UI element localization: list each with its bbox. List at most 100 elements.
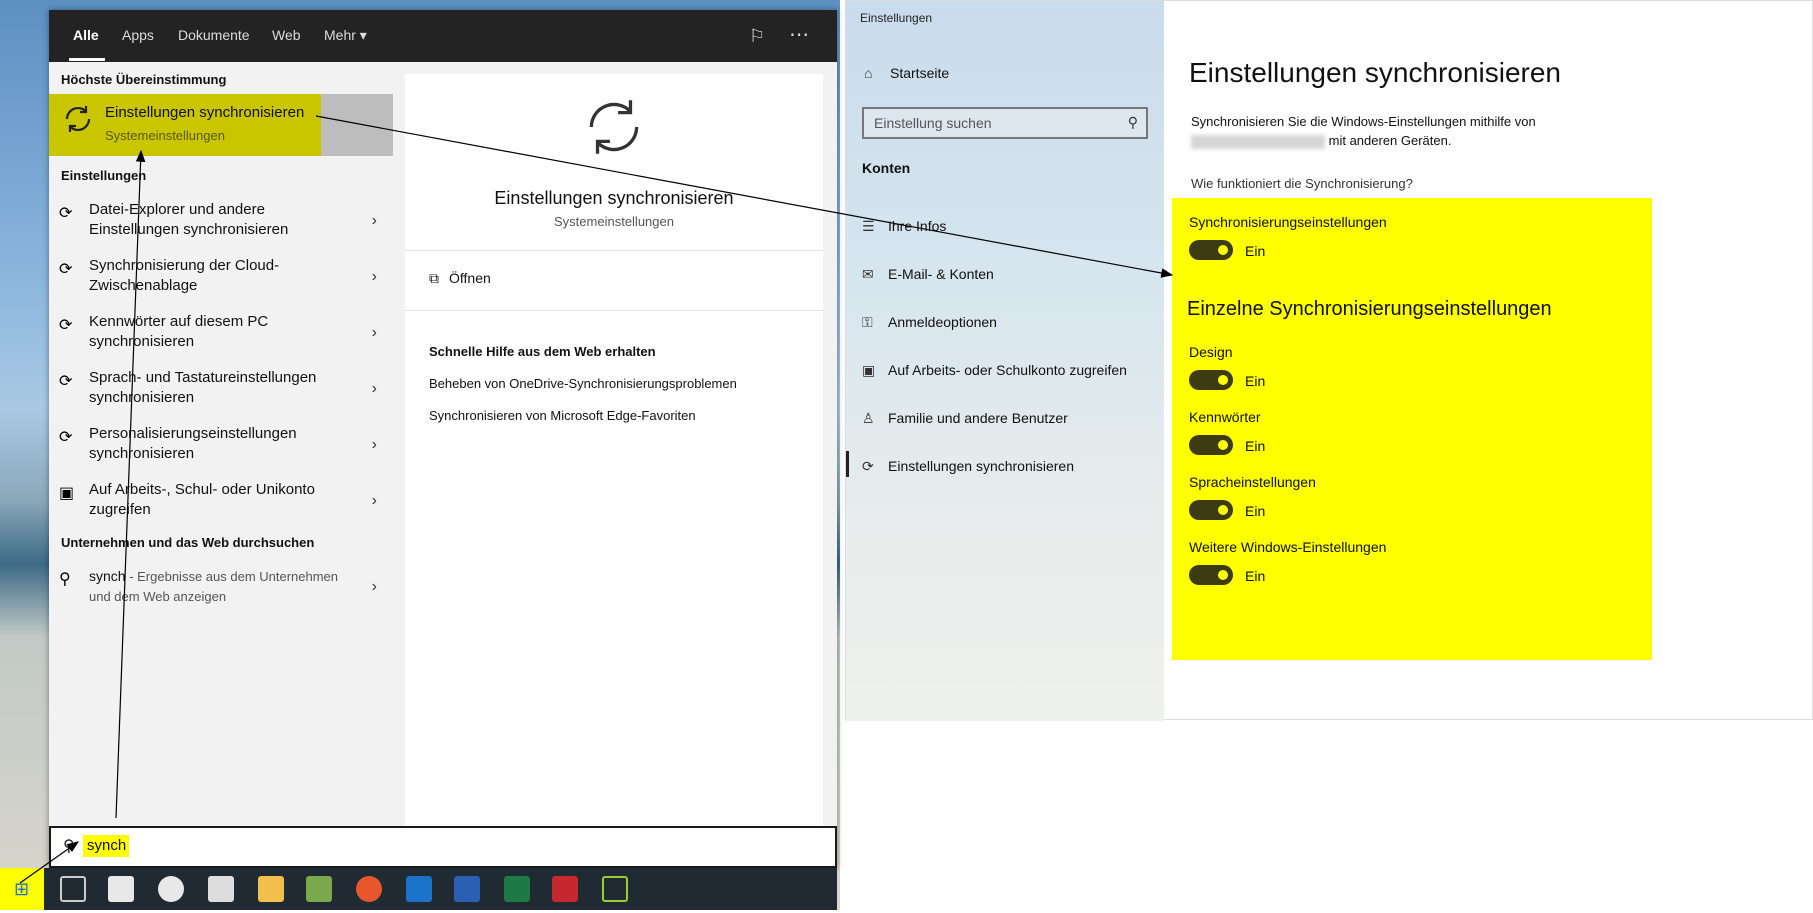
description-line1: Synchronisieren Sie die Windows-Einstell… [1191, 114, 1536, 129]
nav-family[interactable]: ♙ Familie und andere Benutzer [862, 410, 1068, 427]
best-match-subtitle: Systemeinstellungen [105, 128, 225, 143]
toggle-state: Ein [1245, 243, 1266, 259]
pdf-icon[interactable] [552, 876, 578, 902]
home-link[interactable]: ⌂ Startseite [864, 65, 949, 81]
active-tab-indicator [69, 58, 105, 61]
search-input[interactable]: ⚲ [49, 826, 837, 868]
result-line1: Personalisierungseinstellungen [89, 425, 297, 442]
result-line2: Zwischenablage [89, 277, 198, 294]
section-heading: Konten [862, 160, 911, 176]
result-item[interactable]: ⟳ Synchronisierung der Cloud- Zwischenabl… [49, 256, 393, 310]
toggle-label: Design [1189, 344, 1233, 360]
tab-documents[interactable]: Dokumente [178, 27, 250, 43]
nav-label: Einstellungen synchronisieren [888, 458, 1074, 474]
result-item[interactable]: ⟳ Kennwörter auf diesem PC synchronisiere… [49, 312, 393, 366]
more-options-icon[interactable]: ⋯ [789, 22, 809, 47]
chevron-right-icon[interactable]: › [372, 380, 377, 398]
tab-web[interactable]: Web [272, 27, 301, 43]
file-explorer-icon[interactable] [258, 876, 284, 902]
sync-icon [589, 100, 639, 154]
result-line1: Sprach- und Tastatureinstellungen [89, 369, 317, 386]
chevron-right-icon[interactable]: › [372, 268, 377, 286]
task-view-icon[interactable] [60, 876, 86, 902]
chevron-right-icon[interactable]: › [372, 436, 377, 454]
toggle-label: Spracheinstellungen [1189, 474, 1316, 490]
search-input-value: synch [87, 837, 127, 854]
web-heading: Unternehmen und das Web durchsuchen [61, 535, 315, 550]
nav-sync-settings[interactable]: ⟳ Einstellungen synchronisieren [862, 458, 1074, 475]
chevron-down-icon: ▾ [359, 27, 367, 43]
search-tabs: Alle Apps Dokumente Web Mehr ▾ ⚐ ⋯ [49, 10, 837, 62]
web-help-heading: Schnelle Hilfe aus dem Web erhalten [429, 344, 656, 359]
windows-logo-icon: ⊞ [14, 879, 30, 899]
individual-heading: Einzelne Synchronisierungseinstellungen [1187, 298, 1552, 320]
other-windows-toggle[interactable] [1189, 565, 1233, 585]
sync-settings-toggle[interactable] [1189, 240, 1233, 260]
result-line1: Kennwörter auf diesem PC [89, 313, 269, 330]
web-result-item[interactable]: ⚲ synch - Ergebnisse aus dem Unternehmen… [49, 566, 393, 620]
best-match-title: Einstellungen synchronisieren [105, 104, 305, 121]
calculator-icon[interactable] [208, 876, 234, 902]
blurred-account [1191, 134, 1325, 149]
toggle-state: Ein [1245, 503, 1266, 519]
excel-icon[interactable] [504, 876, 530, 902]
home-icon: ⌂ [864, 65, 873, 81]
nav-work-school[interactable]: ▣ Auf Arbeits- oder Schulkonto zugreifen [862, 362, 1127, 379]
start-button[interactable]: ⊞ [0, 868, 44, 910]
passwords-toggle[interactable] [1189, 435, 1233, 455]
result-item[interactable]: ▣ Auf Arbeits-, Schul- oder Unikonto zugr… [49, 480, 393, 534]
search-icon: ⚲ [63, 838, 75, 855]
chevron-right-icon[interactable]: › [372, 578, 377, 596]
settings-search-input[interactable]: Einstellung suchen ⚲ [862, 107, 1148, 139]
web-help-link[interactable]: Beheben von OneDrive-Synchronisierungspr… [429, 376, 737, 391]
result-line2: zugreifen [89, 501, 151, 518]
result-line1: Synchronisierung der Cloud- [89, 257, 280, 274]
nav-email-accounts[interactable]: ✉ E-Mail- & Konten [862, 266, 994, 283]
chevron-right-icon[interactable]: › [372, 324, 377, 342]
nav-sign-in-options[interactable]: ⚿ Anmeldeoptionen [862, 314, 997, 331]
sync-icon: ⟳ [59, 373, 73, 390]
result-item[interactable]: ⟳ Personalisierungseinstellungen synchron… [49, 424, 393, 478]
toggle-state: Ein [1245, 373, 1266, 389]
notepad-icon[interactable] [306, 876, 332, 902]
toggle-label: Kennwörter [1189, 409, 1261, 425]
tab-more[interactable]: Mehr ▾ [324, 27, 367, 44]
design-toggle[interactable] [1189, 370, 1233, 390]
result-line2: synchronisieren [89, 389, 195, 406]
outlook-icon[interactable] [406, 876, 432, 902]
how-sync-works-link[interactable]: Wie funktioniert die Synchronisierung? [1191, 176, 1413, 191]
sync-icon: ⟳ [59, 261, 73, 278]
toggle-state: Ein [1245, 568, 1266, 584]
nav-your-info[interactable]: ☰ Ihre Infos [862, 218, 946, 235]
language-toggle[interactable] [1189, 500, 1233, 520]
tab-apps[interactable]: Apps [122, 27, 154, 43]
chevron-right-icon[interactable]: › [372, 492, 377, 510]
nav-label: Auf Arbeits- oder Schulkonto zugreifen [888, 362, 1127, 378]
nav-label: E-Mail- & Konten [888, 266, 994, 282]
key-icon: ⚿ [862, 314, 873, 330]
snipping-tool-icon[interactable] [602, 876, 628, 902]
result-item[interactable]: ⟳ Sprach- und Tastatureinstellungen synch… [49, 368, 393, 422]
calendar-icon[interactable] [108, 876, 134, 902]
best-match-expand-area[interactable] [321, 94, 393, 156]
word-icon[interactable] [454, 876, 480, 902]
page-title: Einstellungen synchronisieren [1189, 57, 1561, 88]
nav-label: Anmeldeoptionen [888, 314, 997, 330]
firefox-icon[interactable] [356, 876, 382, 902]
web-help-link[interactable]: Synchronisieren von Microsoft Edge-Favor… [429, 408, 696, 423]
search-icon: ⚲ [59, 571, 71, 588]
sync-icon: ⟳ [59, 429, 73, 446]
settings-search-placeholder: Einstellung suchen [874, 115, 992, 131]
person-add-icon: ♙ [862, 410, 875, 426]
result-item[interactable]: ⟳ Datei-Explorer und andere Einstellungen… [49, 200, 393, 254]
open-action[interactable]: ⧉ Öffnen [429, 270, 491, 287]
feedback-icon[interactable]: ⚐ [749, 26, 765, 47]
result-line1: Auf Arbeits-, Schul- oder Unikonto [89, 481, 315, 498]
web-result-line2: und dem Web anzeigen [89, 589, 227, 604]
result-line2: synchronisieren [89, 333, 195, 350]
description-line2: mit anderen Geräten. [1328, 133, 1452, 148]
tab-all[interactable]: Alle [73, 27, 99, 43]
people-icon[interactable] [158, 876, 184, 902]
chevron-right-icon[interactable]: › [372, 212, 377, 230]
open-icon: ⧉ [429, 270, 439, 286]
